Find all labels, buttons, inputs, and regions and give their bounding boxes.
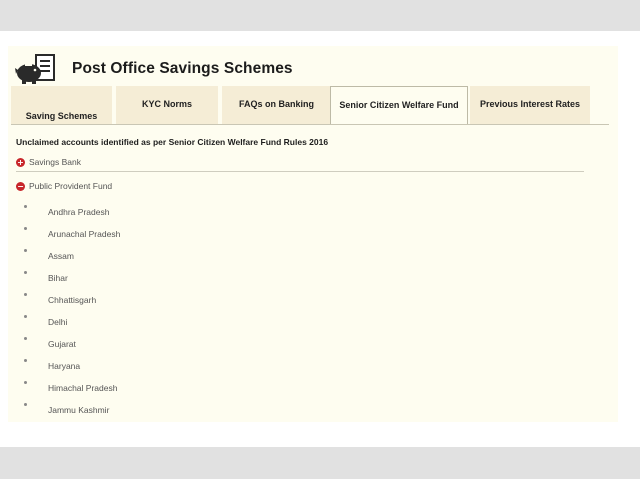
bullet-icon	[24, 359, 27, 362]
page-title: Post Office Savings Schemes	[72, 60, 293, 77]
tab-label: Senior Citizen Welfare Fund	[339, 100, 459, 110]
minus-circle-icon: −	[16, 181, 25, 191]
bullet-icon	[24, 249, 27, 252]
bullet-icon	[24, 271, 27, 274]
state-name: Jammu Kashmir	[48, 405, 110, 415]
tab-label: Previous Interest Rates	[479, 99, 581, 109]
plus-circle-icon: +	[16, 157, 25, 167]
state-name: Delhi	[48, 317, 68, 327]
bullet-icon	[24, 315, 27, 318]
state-name: Chhattisgarh	[48, 295, 97, 305]
tab-previous-interest-rates[interactable]: Previous Interest Rates	[470, 86, 590, 124]
bullet-icon	[24, 293, 27, 296]
state-name: Haryana	[48, 361, 81, 371]
tab-bar: Saving Schemes KYC Norms FAQs on Banking…	[11, 86, 609, 126]
state-name: Bihar	[48, 273, 68, 283]
state-name: Arunachal Pradesh	[48, 229, 121, 239]
tab-kyc-norms[interactable]: KYC Norms	[116, 86, 218, 124]
accordion-public-provident-fund[interactable]: − Public Provident Fund	[16, 181, 112, 191]
section-heading: Unclaimed accounts identified as per Sen…	[16, 137, 329, 147]
tab-label: FAQs on Banking	[238, 99, 314, 109]
bullet-icon	[24, 205, 27, 208]
accordion-savings-bank[interactable]: + Savings Bank	[16, 157, 81, 167]
divider	[16, 171, 584, 172]
accordion-label: Savings Bank	[29, 157, 81, 167]
tab-faqs-on-banking[interactable]: FAQs on Banking	[222, 86, 331, 124]
state-name: Andhra Pradesh	[48, 207, 110, 217]
tab-saving-schemes[interactable]: Saving Schemes	[11, 86, 112, 124]
bullet-icon	[24, 337, 27, 340]
tab-senior-citizen-welfare-fund[interactable]: Senior Citizen Welfare Fund	[330, 86, 468, 125]
bullet-icon	[24, 403, 27, 406]
bullet-icon	[24, 227, 27, 230]
header	[15, 52, 59, 88]
bullet-icon	[24, 381, 27, 384]
tab-divider	[11, 124, 609, 125]
state-name: Gujarat	[48, 339, 76, 349]
tab-label: Saving Schemes	[25, 111, 98, 121]
piggy-bank-document-icon	[15, 54, 59, 86]
state-name: Himachal Pradesh	[48, 383, 118, 393]
tab-label: KYC Norms	[141, 99, 192, 109]
accordion-label: Public Provident Fund	[29, 181, 113, 191]
state-name: Assam	[48, 251, 74, 261]
